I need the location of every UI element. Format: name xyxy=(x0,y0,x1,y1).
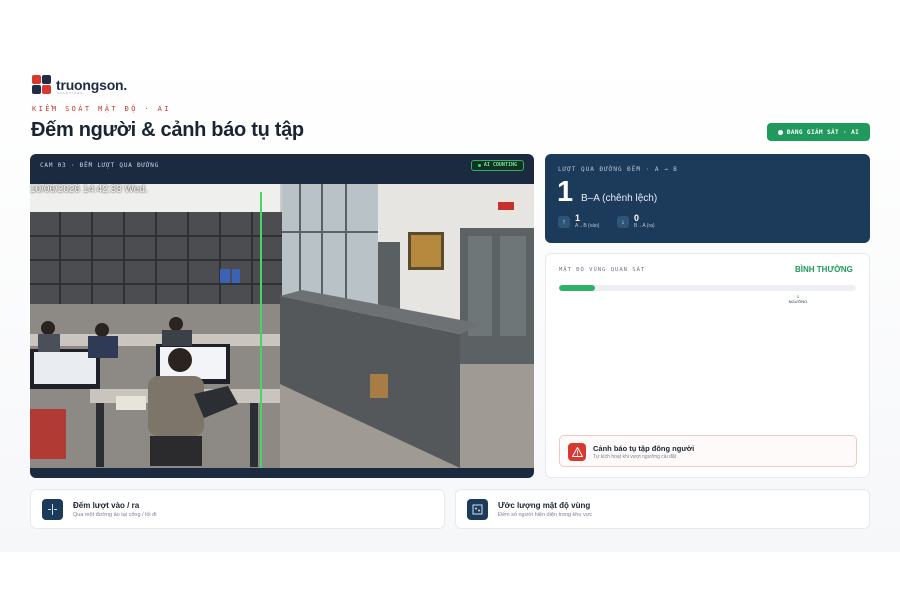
ai-counting-badge: AI COUNTING xyxy=(470,159,524,171)
counter-caption: B–A (chênh lệch) xyxy=(581,193,658,204)
feature-title: Ước lượng mật độ vùng xyxy=(498,501,591,510)
line-counter-icon xyxy=(42,499,63,520)
arrow-up-icon: ↑ xyxy=(558,216,570,228)
ai-counting-label: AI COUNTING xyxy=(483,162,517,168)
warning-icon xyxy=(568,443,586,461)
counter-label: LƯỢT QUA ĐƯỜNG ĐẾM · A → B xyxy=(558,166,678,173)
page-eyebrow: KIỂM SOÁT MẬT ĐỘ · AI xyxy=(32,105,171,113)
camera-card: CAM 03 · ĐẾM LƯỢT QUA ĐƯỜNG AI COUNTING xyxy=(30,154,534,478)
density-label: MẬT ĐỘ VÙNG QUAN SÁT xyxy=(559,267,646,273)
counter-in-value: 1 xyxy=(575,213,581,223)
counter-out-value: 0 xyxy=(634,213,640,223)
camera-header: CAM 03 · ĐẾM LƯỢT QUA ĐƯỜNG AI COUNTING xyxy=(30,154,534,176)
counter-value: 1 xyxy=(557,176,574,208)
density-level: BÌNH THƯỜNG xyxy=(795,265,853,274)
camera-timestamp: 10/06/2026 14:42:33 Wed. xyxy=(30,184,148,195)
feature-subtitle: Qua một đường ảo tại cổng / lối đi xyxy=(73,512,157,518)
monitoring-status-badge[interactable]: ĐANG GIÁM SÁT · AI xyxy=(767,123,870,141)
camera-label: CAM 03 · ĐẾM LƯỢT QUA ĐƯỜNG xyxy=(40,161,160,169)
crossing-counter-card: LƯỢT QUA ĐƯỜNG ĐẾM · A → B 1 B–A (chênh … xyxy=(545,154,870,243)
density-bar xyxy=(559,285,856,291)
status-label: ĐANG GIÁM SÁT · AI xyxy=(786,128,860,136)
brand-mark-icon xyxy=(32,75,52,95)
density-bar-fill xyxy=(559,285,595,291)
feature-subtitle: Đếm số người hiện diện trong khu vực xyxy=(498,512,593,518)
feature-title: Đếm lượt vào / ra xyxy=(73,501,140,510)
camera-feed[interactable] xyxy=(30,184,534,468)
office-scene-image xyxy=(30,184,534,468)
counter-in-label: A→B (vào) xyxy=(575,223,600,229)
zone-density-icon xyxy=(467,499,488,520)
density-card: MẬT ĐỘ VÙNG QUAN SÁT BÌNH THƯỜNG 1 NGƯỠN… xyxy=(545,253,870,478)
page-title: Đếm người & cảnh báo tụ tập xyxy=(31,119,304,141)
alert-title: Cảnh báo tụ tập đông người xyxy=(593,444,695,453)
feature-card-line-counter[interactable]: Đếm lượt vào / ra Qua một đường ảo tại c… xyxy=(30,489,445,529)
density-threshold: 1 NGƯỠNG xyxy=(786,294,810,304)
live-dot-icon xyxy=(477,163,481,167)
counter-in: ↑ 1 A→B (vào) xyxy=(558,214,599,230)
density-threshold-label: NGƯỠNG xyxy=(788,299,808,304)
status-dot-icon xyxy=(777,129,783,135)
counter-out: ↓ 0 B→A (ra) xyxy=(617,214,655,230)
counter-out-label: B→A (ra) xyxy=(634,223,655,229)
alert-subtitle: Tự kích hoạt khi vượt ngưỡng cài đặt xyxy=(593,454,677,460)
feature-card-zone-density[interactable]: Ước lượng mật độ vùng Đếm số người hiện … xyxy=(455,489,870,529)
crowd-alert[interactable]: Cảnh báo tụ tập đông người Tự kích hoạt … xyxy=(559,435,857,467)
brand-tagline: SOLUTIONS xyxy=(57,91,84,95)
arrow-down-icon: ↓ xyxy=(617,216,629,228)
